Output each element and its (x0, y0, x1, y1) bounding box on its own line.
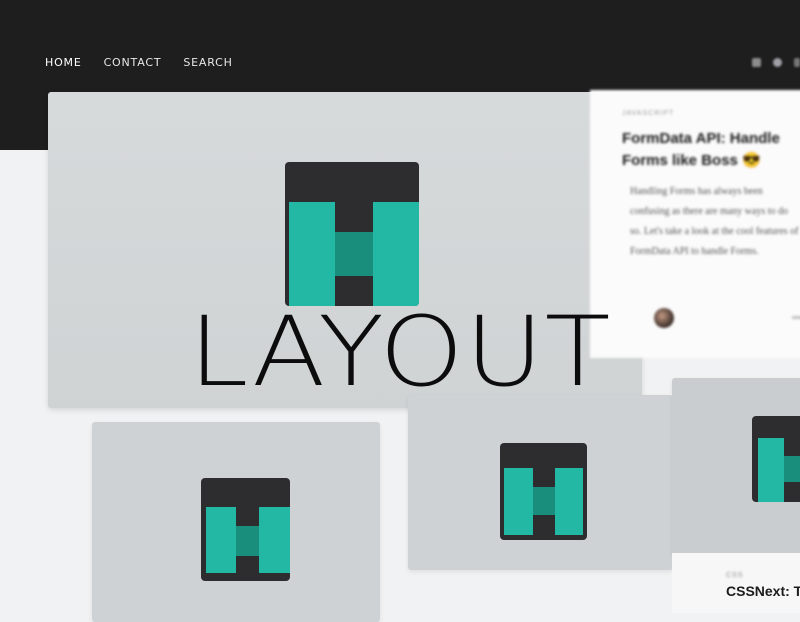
mail-icon[interactable] (752, 58, 761, 67)
post-title[interactable]: FormData API: Handle Forms like Boss 😎 (622, 128, 800, 172)
nav-home-link[interactable]: HOME (45, 56, 82, 69)
post-card[interactable] (408, 395, 673, 570)
post-excerpt: Handling Forms has always been confusing… (630, 186, 799, 257)
nav-contact-link[interactable]: CONTACT (104, 56, 162, 69)
header-icons (752, 58, 800, 67)
post-title[interactable]: CSSNext: T (726, 583, 800, 599)
main-nav: HOME CONTACT SEARCH (45, 56, 255, 69)
layout-logo-icon (500, 443, 587, 540)
post-category: CSS (726, 572, 744, 579)
layout-logo-icon (201, 478, 290, 581)
avatar-icon[interactable] (773, 58, 782, 67)
post-card[interactable] (92, 422, 380, 622)
layout-logo-icon (285, 162, 419, 306)
nav-search-link[interactable]: SEARCH (183, 56, 232, 69)
post-category: JAVASCRIPT (622, 110, 675, 117)
layout-overlay-title: LAYOUT (188, 296, 612, 408)
browser-page: HOME CONTACT SEARCH JAVASCRIPT FormData … (0, 0, 800, 622)
layout-logo-icon (752, 416, 800, 502)
menu-icon[interactable] (794, 58, 800, 67)
